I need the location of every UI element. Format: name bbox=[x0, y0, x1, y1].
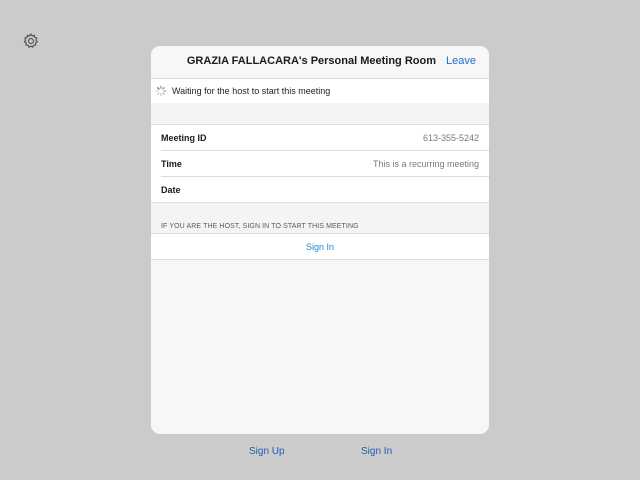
host-caption-text: IF YOU ARE THE HOST, SIGN IN TO START TH… bbox=[161, 223, 359, 230]
app-screen: GRAZIA FALLACARA's Personal Meeting Room… bbox=[0, 0, 640, 480]
dialog-title: GRAZIA FALLACARA's Personal Meeting Room bbox=[186, 55, 436, 67]
section-spacer bbox=[151, 103, 489, 125]
time-label: Time bbox=[161, 158, 182, 169]
gear-icon[interactable] bbox=[22, 32, 40, 50]
meeting-details: Meeting ID 613-355-5242 Time This is a r… bbox=[151, 125, 489, 203]
time-value: This is a recurring meeting bbox=[372, 158, 479, 169]
time-row: Time This is a recurring meeting bbox=[161, 151, 489, 177]
sign-in-button[interactable]: Sign In bbox=[361, 446, 392, 457]
meeting-id-value: 613-355-5242 bbox=[422, 132, 479, 143]
host-caption: IF YOU ARE THE HOST, SIGN IN TO START TH… bbox=[151, 203, 489, 234]
sign-up-button[interactable]: Sign Up bbox=[249, 446, 285, 457]
host-sign-in-row[interactable]: Sign In bbox=[151, 234, 489, 260]
dialog-header: GRAZIA FALLACARA's Personal Meeting Room… bbox=[151, 46, 489, 79]
meeting-id-row: Meeting ID 613-355-5242 bbox=[161, 125, 489, 151]
date-row: Date bbox=[161, 177, 489, 202]
meeting-dialog: GRAZIA FALLACARA's Personal Meeting Room… bbox=[151, 46, 489, 434]
spinner-icon bbox=[155, 85, 167, 97]
meeting-id-label: Meeting ID bbox=[161, 132, 207, 143]
host-sign-in-button[interactable]: Sign In bbox=[306, 242, 334, 252]
leave-button[interactable]: Leave bbox=[446, 55, 476, 67]
waiting-status-row: Waiting for the host to start this meeti… bbox=[151, 79, 489, 103]
date-label: Date bbox=[161, 184, 181, 195]
waiting-text: Waiting for the host to start this meeti… bbox=[172, 86, 331, 96]
